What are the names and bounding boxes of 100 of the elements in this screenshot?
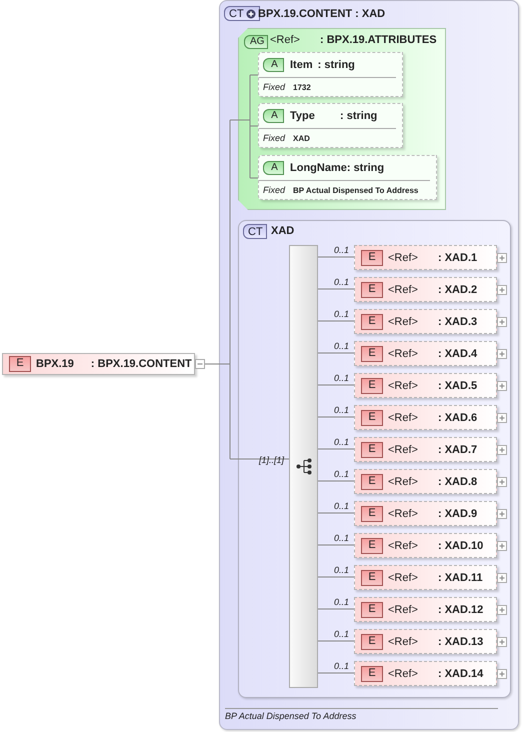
- element-badge: E: [361, 570, 383, 586]
- element-ref: <Ref>: [388, 444, 419, 456]
- fixed-label: Fixed: [263, 82, 286, 92]
- occurrence-label: 0..1: [334, 341, 350, 351]
- element-node[interactable]: E <Ref> : XAD.7: [354, 437, 497, 462]
- element-badge: E: [361, 250, 383, 266]
- element-badge: E: [361, 602, 383, 618]
- element-type: : BPX.19.CONTENT: [90, 358, 192, 370]
- element-node[interactable]: E <Ref> : XAD.13: [354, 629, 497, 654]
- element-badge: E: [9, 356, 31, 372]
- element-ref: <Ref>: [388, 540, 419, 552]
- attribute-badge: A: [263, 161, 284, 175]
- expand-icon[interactable]: [497, 349, 507, 359]
- expand-icon[interactable]: [497, 477, 507, 487]
- expand-icon[interactable]: [497, 637, 507, 647]
- complex-type-badge: CT: [224, 6, 260, 21]
- expand-icon[interactable]: [497, 317, 507, 327]
- attribute-type: : string: [318, 59, 355, 71]
- expand-icon[interactable]: [497, 669, 507, 679]
- attribute-group-ref: <Ref>: [270, 34, 300, 46]
- occurrence-label: 0..1: [334, 501, 350, 511]
- element-node[interactable]: E <Ref> : XAD.1: [354, 245, 497, 270]
- element-type: : XAD.3: [438, 316, 478, 328]
- element-type: : XAD.2: [438, 284, 478, 296]
- occurrence-label: 0..1: [334, 245, 350, 255]
- element-node[interactable]: E <Ref> : XAD.9: [354, 501, 497, 526]
- occurrence-label: 0..1: [334, 565, 350, 575]
- element-ref: <Ref>: [388, 636, 419, 648]
- documentation-text: BP Actual Dispensed To Address: [225, 711, 356, 721]
- collapse-icon[interactable]: [195, 359, 205, 369]
- attribute-name: Item: [290, 59, 313, 71]
- expand-icon[interactable]: [497, 381, 507, 391]
- expand-icon[interactable]: [497, 605, 507, 615]
- element-ref: <Ref>: [388, 476, 419, 488]
- element-badge: E: [361, 314, 383, 330]
- attribute-badge: A: [263, 58, 284, 72]
- attribute-name: LongName: [290, 162, 347, 174]
- occurrence-label: 0..1: [334, 533, 350, 543]
- element-type: : XAD.10: [438, 540, 484, 552]
- element-ref: <Ref>: [388, 380, 419, 392]
- attribute-node[interactable]: A Type : string Fixed XAD: [258, 103, 403, 148]
- expand-icon[interactable]: [497, 285, 507, 295]
- sequence-icon: [296, 458, 313, 475]
- element-badge: E: [361, 410, 383, 426]
- element-node[interactable]: E <Ref> : XAD.2: [354, 277, 497, 302]
- attribute-group-badge: AG: [244, 35, 268, 49]
- element-badge: E: [361, 282, 383, 298]
- attribute-type: : string: [340, 110, 378, 122]
- expand-icon[interactable]: [497, 445, 507, 455]
- element-ref: <Ref>: [388, 316, 419, 328]
- element-node[interactable]: E <Ref> : XAD.11: [354, 565, 497, 590]
- attribute-node[interactable]: A Item : string Fixed 1732: [258, 52, 403, 97]
- element-badge: E: [361, 474, 383, 490]
- element-node[interactable]: E <Ref> : XAD.4: [354, 341, 497, 366]
- element-node[interactable]: E <Ref> : XAD.5: [354, 373, 497, 398]
- element-type: : XAD.5: [438, 380, 478, 392]
- element-type: : XAD.7: [438, 444, 478, 456]
- element-type: : XAD.11: [438, 572, 483, 584]
- element-ref: <Ref>: [388, 284, 419, 296]
- sequence-occurrence: [1]..[1]: [259, 455, 284, 465]
- element-ref: <Ref>: [388, 508, 419, 520]
- attribute-node[interactable]: A LongName: string Fixed BP Actual Dispensed To Address: [258, 155, 437, 200]
- expand-icon[interactable]: [497, 509, 507, 519]
- attribute-group-type: : BPX.19.ATTRIBUTES: [320, 34, 437, 46]
- occurrence-label: 0..1: [334, 437, 350, 447]
- element-ref: <Ref>: [388, 252, 419, 264]
- fixed-label: Fixed: [263, 133, 286, 143]
- expand-icon[interactable]: [497, 253, 507, 263]
- element-node[interactable]: E <Ref> : XAD.8: [354, 469, 497, 494]
- element-badge: E: [361, 538, 383, 554]
- expand-icon[interactable]: [497, 573, 507, 583]
- element-type: : XAD.9: [438, 508, 478, 520]
- element-ref: <Ref>: [388, 668, 419, 680]
- element-node[interactable]: E <Ref> : XAD.6: [354, 405, 497, 430]
- element-node[interactable]: E <Ref> : XAD.10: [354, 533, 497, 558]
- occurrence-label: 0..1: [334, 277, 350, 287]
- element-type: : XAD.4: [438, 348, 478, 360]
- base-type-badge: CT: [243, 224, 267, 239]
- element-node[interactable]: E <Ref> : XAD.3: [354, 309, 497, 334]
- element-node[interactable]: E <Ref> : XAD.12: [354, 597, 497, 622]
- element-ref: <Ref>: [388, 348, 419, 360]
- occurrence-label: 0..1: [334, 405, 350, 415]
- element-node[interactable]: E BPX.19 : BPX.19.CONTENT: [2, 353, 195, 375]
- fixed-value: BP Actual Dispensed To Address: [293, 186, 418, 194]
- element-badge: E: [361, 634, 383, 650]
- expand-icon[interactable]: [497, 413, 507, 423]
- attribute-badge: A: [263, 109, 284, 123]
- expand-icon[interactable]: [497, 541, 507, 551]
- element-type: : XAD.12: [438, 604, 484, 616]
- element-ref: <Ref>: [388, 572, 419, 584]
- element-node[interactable]: E <Ref> : XAD.14: [354, 661, 497, 686]
- element-badge: E: [361, 666, 383, 682]
- element-ref: <Ref>: [388, 412, 419, 424]
- element-ref: <Ref>: [388, 604, 419, 616]
- occurrence-label: 0..1: [334, 597, 350, 607]
- occurrence-label: 0..1: [334, 309, 350, 319]
- fixed-value: XAD: [293, 134, 310, 142]
- occurrence-label: 0..1: [334, 373, 350, 383]
- fixed-label: Fixed: [263, 185, 286, 195]
- sequence-bar[interactable]: [289, 245, 318, 688]
